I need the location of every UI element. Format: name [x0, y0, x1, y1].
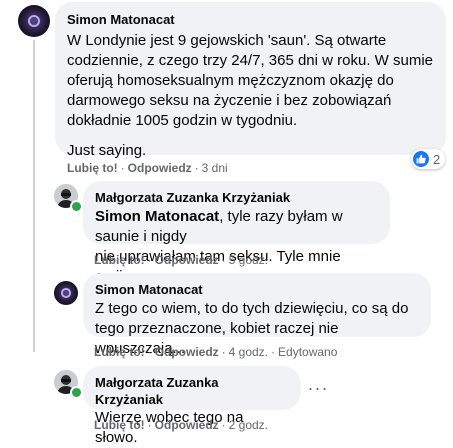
- timestamp[interactable]: 5 godz.: [229, 253, 268, 267]
- avatar[interactable]: [54, 281, 78, 305]
- online-status-indicator: [70, 386, 83, 399]
- comment-author[interactable]: Simon Matonacat: [67, 11, 434, 28]
- mention-link[interactable]: Simon Matonacat: [95, 208, 219, 225]
- more-options-button[interactable]: ···: [302, 372, 334, 404]
- reply-link[interactable]: Odpowiedz: [128, 161, 192, 175]
- comment-bubble: Simon Matonacat Z tego co wiem, to do ty…: [83, 273, 431, 357]
- comment-text-line: W Londynie jest 9 gejowskich 'saun'. Są …: [67, 32, 387, 49]
- comment-text-line: oferują homoseksualnym mężczyznom okazję…: [67, 72, 394, 89]
- comment-author[interactable]: Małgorzata Zuzanka Krzyżaniak: [95, 374, 289, 408]
- comment-text-line: dokładnie 1005 godzin w tygodniu.: [67, 112, 298, 129]
- comment-author[interactable]: Simon Matonacat: [95, 281, 419, 298]
- comment-actions: Lubię to! · Odpowiedz · 5 godz.: [94, 253, 269, 267]
- like-link[interactable]: Lubię to!: [67, 161, 118, 175]
- like-link[interactable]: Lubię to!: [94, 253, 145, 267]
- timestamp[interactable]: 2 godz.: [229, 418, 268, 432]
- reply-link[interactable]: Odpowiedz: [155, 253, 219, 267]
- comment-text-line: Z tego co wiem, to do tych dziewięciu, c…: [95, 300, 409, 317]
- comment-text-line: darmowego seksu na życzenie i bez zobowi…: [67, 92, 392, 109]
- reaction-count: 2: [433, 151, 441, 167]
- comment-bubble: Małgorzata Zuzanka Krzyżaniak Simon Mato…: [83, 181, 390, 285]
- comment-text-line: codziennie, z czego trzy 24/7, 365 dni w…: [67, 52, 434, 69]
- reply-link[interactable]: Odpowiedz: [155, 345, 219, 359]
- comment-bubble: Małgorzata Zuzanka Krzyżaniak Wierzę wob…: [83, 366, 301, 446]
- comment-actions: Lubię to! · Odpowiedz · 4 godz. · Edytowano: [94, 345, 338, 359]
- comment-text-line: Simon Matonacat, tyle razy byłam w sauni…: [95, 208, 343, 245]
- comment-actions: Lubię to! · Odpowiedz · 3 dni: [67, 161, 228, 175]
- like-reaction-icon: [413, 151, 429, 167]
- comment-author[interactable]: Małgorzata Zuzanka Krzyżaniak: [95, 189, 378, 206]
- like-link[interactable]: Lubię to!: [94, 345, 145, 359]
- timestamp[interactable]: 4 godz.: [229, 345, 268, 359]
- comment-actions: Lubię to! · Odpowiedz · 2 godz.: [94, 418, 269, 432]
- like-link[interactable]: Lubię to!: [94, 418, 145, 432]
- edited-label[interactable]: Edytowano: [278, 345, 337, 359]
- timestamp[interactable]: 3 dni: [202, 161, 228, 175]
- avatar[interactable]: [18, 5, 50, 37]
- reaction-count-badge[interactable]: 2: [411, 149, 446, 169]
- comment-bubble: Simon Matonacat W Londynie jest 9 gejows…: [55, 2, 446, 159]
- online-status-indicator: [70, 200, 83, 213]
- thread-line: [33, 40, 35, 352]
- reply-link[interactable]: Odpowiedz: [155, 418, 219, 432]
- comment-text-line: [67, 131, 434, 141]
- comment-text-line: Just saying.: [67, 142, 147, 159]
